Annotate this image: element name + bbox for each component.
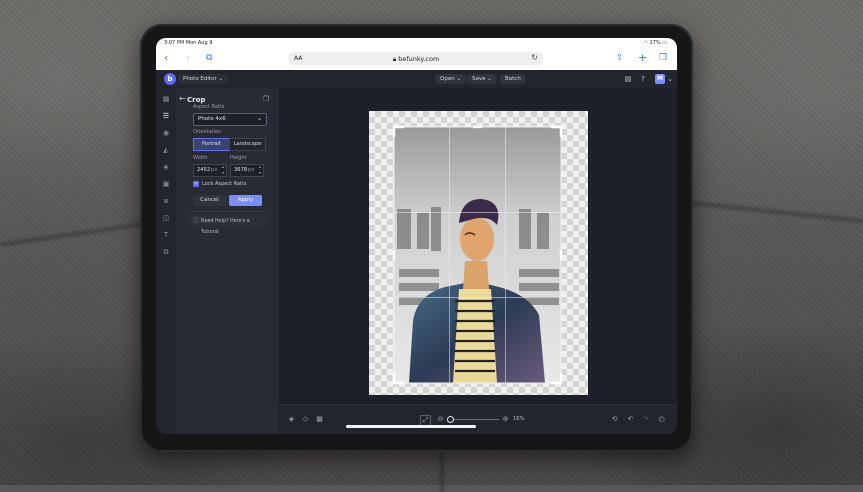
address-bar[interactable]: AA 🔒︎ befunky.com ↻ xyxy=(289,52,543,65)
touch-up-tool-icon[interactable]: ◈ xyxy=(161,162,171,172)
photo-artwork xyxy=(392,125,563,385)
batch-label: Batch xyxy=(505,76,521,82)
app-topbar: b Photo Editor ⌄ Open ⌄ Save ⌄ Batch ▤ ?… xyxy=(156,70,677,89)
help-tutorial-link[interactable]: ⓘ Need Help? Here's a Tutorial xyxy=(189,216,267,235)
befunky-logo-icon[interactable]: b xyxy=(164,73,176,85)
height-label: Height xyxy=(230,155,247,161)
tool-rail: ▦ ☰ ◉ ◭ ◈ ▣ ⧈ ◫ T ⧉ xyxy=(156,88,177,434)
chevron-down-icon: ⌄ xyxy=(218,76,224,82)
height-value: 3678 xyxy=(234,167,248,173)
height-stepper-icon[interactable]: ▴ ▾ xyxy=(259,164,261,176)
back-icon[interactable]: ‹ xyxy=(164,51,168,65)
chevron-down-icon: ⌄ xyxy=(456,76,462,82)
zoom-level: 16% xyxy=(513,416,525,422)
overlays-tool-icon[interactable]: ◫ xyxy=(161,213,171,223)
comment-icon[interactable]: ▤ xyxy=(623,74,633,84)
panel-title: Crop xyxy=(187,96,206,104)
history-icon[interactable]: ◇ xyxy=(301,415,310,424)
home-indicator xyxy=(346,425,476,428)
redo-icon[interactable]: ↷ xyxy=(641,415,650,424)
bottom-toolbar: ◈ ◇ ▦ ⤢ ⊖ ⊕ 16% ⟲ ↶ ↷ ◴ xyxy=(279,404,677,434)
zoom-slider-handle[interactable] xyxy=(447,416,454,423)
chevron-down-icon[interactable]: ⌄ xyxy=(665,74,675,84)
zoom-slider-track[interactable] xyxy=(447,419,499,420)
textures-tool-icon[interactable]: ⧉ xyxy=(161,247,171,257)
panel-divider xyxy=(189,211,267,212)
apply-button[interactable]: Apply xyxy=(229,195,262,206)
orientation-landscape-button[interactable]: Landscape xyxy=(229,138,266,151)
help-icon[interactable]: ? xyxy=(638,74,648,84)
wifi-icon: ◠ xyxy=(643,40,648,46)
text-tool-icon[interactable]: T xyxy=(161,230,171,240)
lock-icon: 🔒︎ xyxy=(392,55,397,63)
back-arrow-icon[interactable]: ← xyxy=(179,94,186,103)
height-unit: px xyxy=(248,167,255,173)
help-text: Need Help? Here's a Tutorial xyxy=(201,219,250,235)
open-label: Open xyxy=(440,76,455,82)
copy-icon[interactable]: ❐ xyxy=(263,95,269,103)
artsy-tool-icon[interactable]: ◭ xyxy=(161,145,171,155)
url-text: befunky.com xyxy=(398,55,440,63)
tabs-icon[interactable]: ❐ xyxy=(659,51,667,65)
status-time: 3:07 PM Mon Aug 9 xyxy=(164,40,213,46)
grid-icon[interactable]: ▦ xyxy=(315,415,324,424)
width-unit: px xyxy=(211,167,218,173)
photo-preview[interactable] xyxy=(369,111,588,395)
mode-selector[interactable]: Photo Editor ⌄ xyxy=(178,74,229,84)
width-input[interactable]: 2452 px ▴ ▾ xyxy=(193,164,227,177)
avatar[interactable]: M xyxy=(655,74,665,84)
cancel-button[interactable]: Cancel xyxy=(193,195,226,206)
tablet-screen: 3:07 PM Mon Aug 9 ◠ 17% ▭ ‹ › ⧉ AA 🔒︎ be… xyxy=(156,38,677,434)
height-input[interactable]: 3678 px ▴ ▾ xyxy=(230,164,264,177)
bookmarks-icon[interactable]: ⧉ xyxy=(206,51,212,65)
zoom-out-icon[interactable]: ⊖ xyxy=(436,415,445,424)
lock-aspect-label: Lock Aspect Ratio xyxy=(202,181,247,187)
save-menu-button[interactable]: Save ⌄ xyxy=(467,74,497,84)
rotate-icon[interactable]: ⟲ xyxy=(610,415,619,424)
effects-tool-icon[interactable]: ◉ xyxy=(161,128,171,138)
graphics-tool-icon[interactable]: ⧈ xyxy=(161,196,171,206)
zoom-in-icon[interactable]: ⊕ xyxy=(501,415,510,424)
image-canvas[interactable] xyxy=(279,88,677,404)
battery-icon: ▭ xyxy=(662,40,667,46)
frames-tool-icon[interactable]: ▣ xyxy=(161,179,171,189)
width-value: 2452 xyxy=(197,167,211,173)
orientation-label: Orientation xyxy=(193,129,222,135)
forward-icon[interactable]: › xyxy=(186,51,190,65)
save-label: Save xyxy=(472,76,486,82)
new-tab-icon[interactable]: + xyxy=(638,51,647,65)
width-label: Width xyxy=(193,155,208,161)
aspect-ratio-select[interactable]: Photo 4x6 ⌄ xyxy=(193,113,267,126)
browser-toolbar: ‹ › ⧉ AA 🔒︎ befunky.com ↻ ⇪ + ❐ xyxy=(156,48,677,71)
status-battery: ◠ 17% ▭ xyxy=(644,40,667,46)
info-icon: ⓘ xyxy=(193,218,200,225)
reload-icon[interactable]: ↻ xyxy=(531,53,538,62)
chevron-down-icon: ⌄ xyxy=(256,115,262,122)
orientation-portrait-button[interactable]: Portrait xyxy=(193,138,230,151)
aspect-ratio-label: Aspect Ratio xyxy=(193,104,225,110)
history-clock-icon[interactable]: ◴ xyxy=(657,415,666,424)
lock-aspect-checkbox[interactable]: ✓ xyxy=(193,181,199,187)
width-stepper-icon[interactable]: ▴ ▾ xyxy=(222,164,224,176)
edit-tool-icon[interactable]: ▦ xyxy=(161,94,171,104)
mode-label: Photo Editor xyxy=(183,76,217,82)
share-icon[interactable]: ⇪ xyxy=(616,51,624,65)
adjust-tool-icon[interactable]: ☰ xyxy=(161,111,171,121)
chevron-down-icon: ⌄ xyxy=(487,76,492,82)
couch-seam xyxy=(440,452,444,492)
battery-percent: 17% xyxy=(649,40,661,46)
open-menu-button[interactable]: Open ⌄ xyxy=(435,74,467,84)
batch-button[interactable]: Batch xyxy=(500,74,526,84)
layers-icon[interactable]: ◈ xyxy=(287,415,296,424)
undo-icon[interactable]: ↶ xyxy=(626,415,635,424)
aspect-ratio-value: Photo 4x6 xyxy=(198,116,226,122)
status-bar: 3:07 PM Mon Aug 9 ◠ 17% ▭ xyxy=(156,38,677,48)
